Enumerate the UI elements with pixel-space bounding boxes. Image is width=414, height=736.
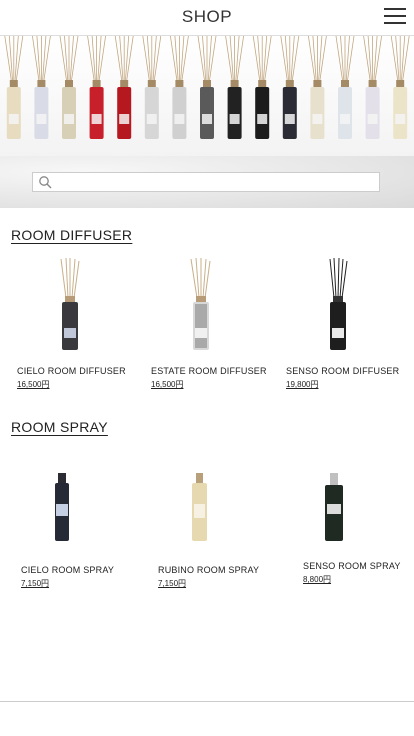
- product-price: 8,800円: [303, 575, 332, 584]
- product-card-senso-spray[interactable]: SENSO ROOM SPRAY 8,800円: [303, 470, 414, 585]
- product-image: [190, 258, 211, 350]
- product-price: 16,500円: [151, 380, 184, 389]
- product-name: SENSO ROOM DIFFUSER: [286, 366, 400, 376]
- hamburger-menu-icon[interactable]: [384, 8, 406, 25]
- product-name: CIELO ROOM DIFFUSER: [17, 366, 126, 376]
- product-price: 7,150円: [158, 579, 187, 588]
- product-name: SENSO ROOM SPRAY: [303, 561, 401, 571]
- product-card-rubino-spray[interactable]: RUBINO ROOM SPRAY 7,150円: [158, 470, 288, 589]
- product-card-senso-diffuser[interactable]: SENSO ROOM DIFFUSER 19,800円: [286, 258, 414, 390]
- product-image: [55, 473, 69, 541]
- section-title-room-spray[interactable]: ROOM SPRAY: [11, 419, 108, 435]
- product-price: 7,150円: [21, 579, 50, 588]
- search-icon: [39, 176, 52, 189]
- product-card-estate-diffuser[interactable]: ESTATE ROOM DIFFUSER 16,500円: [151, 258, 281, 390]
- product-name: ESTATE ROOM DIFFUSER: [151, 366, 267, 376]
- header: SHOP: [0, 0, 414, 36]
- product-image: [192, 473, 207, 541]
- footer-divider: [0, 701, 414, 702]
- product-card-cielo-spray[interactable]: CIELO ROOM SPRAY 7,150円: [21, 470, 151, 589]
- product-name: CIELO ROOM SPRAY: [21, 565, 115, 575]
- product-price: 19,800円: [286, 380, 319, 389]
- product-card-cielo-diffuser[interactable]: CIELO ROOM DIFFUSER 16,500円: [17, 258, 147, 390]
- product-image: [329, 258, 348, 350]
- hero-banner: [0, 36, 414, 156]
- product-image: [60, 258, 80, 350]
- page-title: SHOP: [181, 7, 233, 26]
- search-box[interactable]: [32, 172, 380, 192]
- diffuser-lineup-image: [4, 36, 410, 139]
- product-image: [325, 473, 343, 541]
- search-input[interactable]: [55, 174, 375, 190]
- product-price: 16,500円: [17, 380, 50, 389]
- product-name: RUBINO ROOM SPRAY: [158, 565, 260, 575]
- section-title-room-diffuser[interactable]: ROOM DIFFUSER: [11, 227, 132, 243]
- search-band: [0, 156, 414, 208]
